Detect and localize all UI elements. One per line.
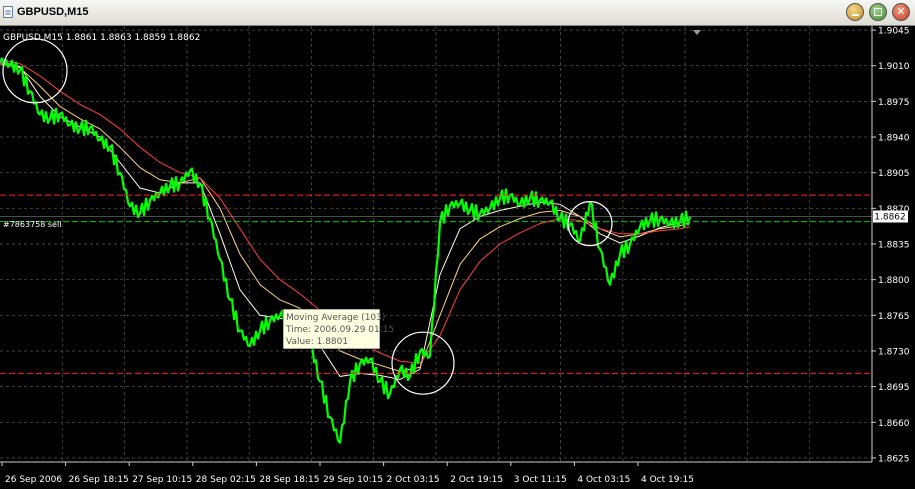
maximize-icon — [874, 8, 882, 16]
time-tick-label: 28 Sep 02:15 — [196, 475, 256, 485]
time-tick-label: 28 Sep 18:15 — [259, 475, 319, 485]
time-tick-label: 3 Oct 11:15 — [514, 475, 567, 485]
time-tick-label: 26 Sep 18:15 — [69, 475, 129, 485]
price-tick-label: 1.8975 — [878, 98, 910, 108]
time-tick-label: 2 Oct 03:15 — [387, 475, 440, 485]
price-tick-label: 1.8765 — [878, 312, 910, 322]
price-chart[interactable]: 1.90451.90101.89751.89401.89051.88701.88… — [0, 26, 915, 489]
tooltip: Moving Average (103) Time: 2006.09.29 01… — [282, 308, 394, 350]
symbol-info: GBPUSD,M15 1.8861 1.8863 1.8859 1.8862 — [3, 33, 200, 43]
price-tick-label: 1.8940 — [878, 134, 910, 144]
price-tick-label: 1.8730 — [878, 347, 910, 357]
maximize-button[interactable] — [869, 3, 887, 21]
tooltip-value: Value: 1.8801 — [286, 337, 348, 347]
price-tick-label: 1.9010 — [878, 62, 910, 72]
tooltip-time: Time: 2006.09.29 01:15 — [285, 325, 394, 335]
price-tick-label: 1.8660 — [878, 419, 910, 429]
price-tick-label: 1.8800 — [878, 276, 910, 286]
close-button[interactable]: ✕ — [892, 3, 910, 21]
current-price-label: 1.8862 — [874, 213, 906, 223]
time-tick-label: 26 Sep 2006 — [5, 475, 62, 485]
time-tick-label: 4 Oct 19:15 — [641, 475, 694, 485]
close-icon: ✕ — [896, 5, 906, 18]
price-tick-label: 1.8905 — [878, 169, 910, 179]
tooltip-title: Moving Average (103) — [286, 313, 385, 323]
time-tick-label: 29 Sep 10:15 — [323, 475, 383, 485]
price-tick-label: 1.9045 — [878, 27, 910, 37]
chart-window-icon[interactable]: ▥ — [3, 6, 13, 18]
chart-window: ▥ GBPUSD,M15 ✕ 1.9045 1.9010 1.8975 1.8940 1… — [0, 0, 915, 489]
price-tick-label: 1.8625 — [878, 454, 910, 464]
price-tick-label: 1.8695 — [878, 383, 910, 393]
minimize-button[interactable] — [846, 3, 864, 21]
chart-background — [0, 26, 915, 489]
window-title: GBPUSD,M15 — [17, 6, 89, 18]
time-tick-label: 4 Oct 03:15 — [577, 475, 630, 485]
title-bar[interactable]: ▥ GBPUSD,M15 ✕ — [0, 0, 915, 26]
order-label: #7863758 sell — [3, 220, 61, 229]
price-tick-label: 1.8835 — [878, 241, 910, 251]
minimize-icon — [852, 14, 859, 16]
current-price-marker: 1.8862 — [873, 210, 908, 223]
time-tick-label: 27 Sep 10:15 — [132, 475, 192, 485]
time-tick-label: 2 Oct 19:15 — [450, 475, 503, 485]
